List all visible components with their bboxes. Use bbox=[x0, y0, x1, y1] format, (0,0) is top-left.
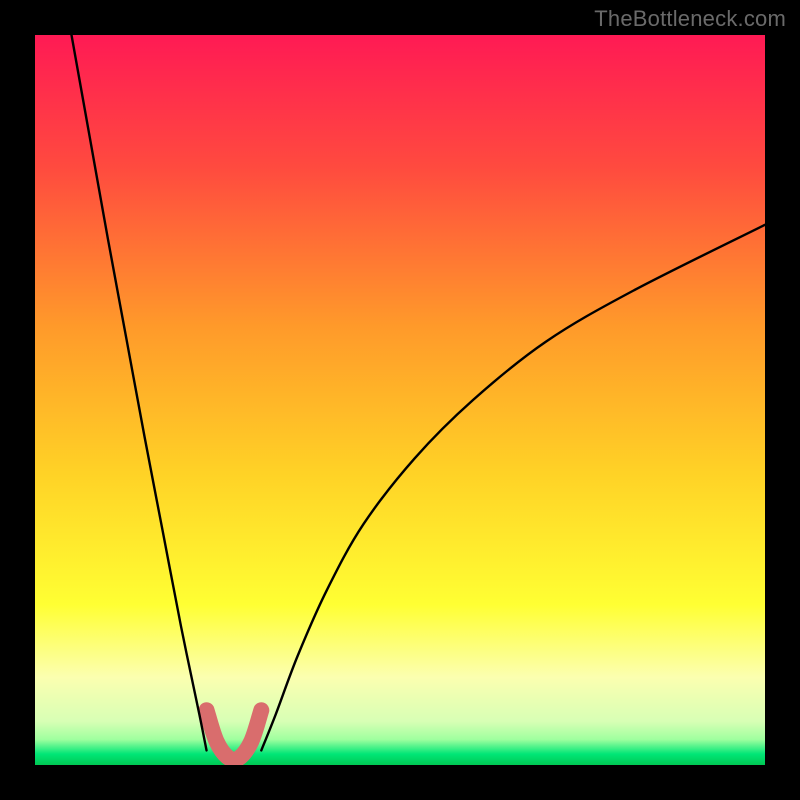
plot-background bbox=[35, 35, 765, 765]
bottleneck-chart bbox=[0, 0, 800, 800]
watermark-text: TheBottleneck.com bbox=[594, 6, 786, 32]
chart-frame: { "watermark": "TheBottleneck.com", "cha… bbox=[0, 0, 800, 800]
